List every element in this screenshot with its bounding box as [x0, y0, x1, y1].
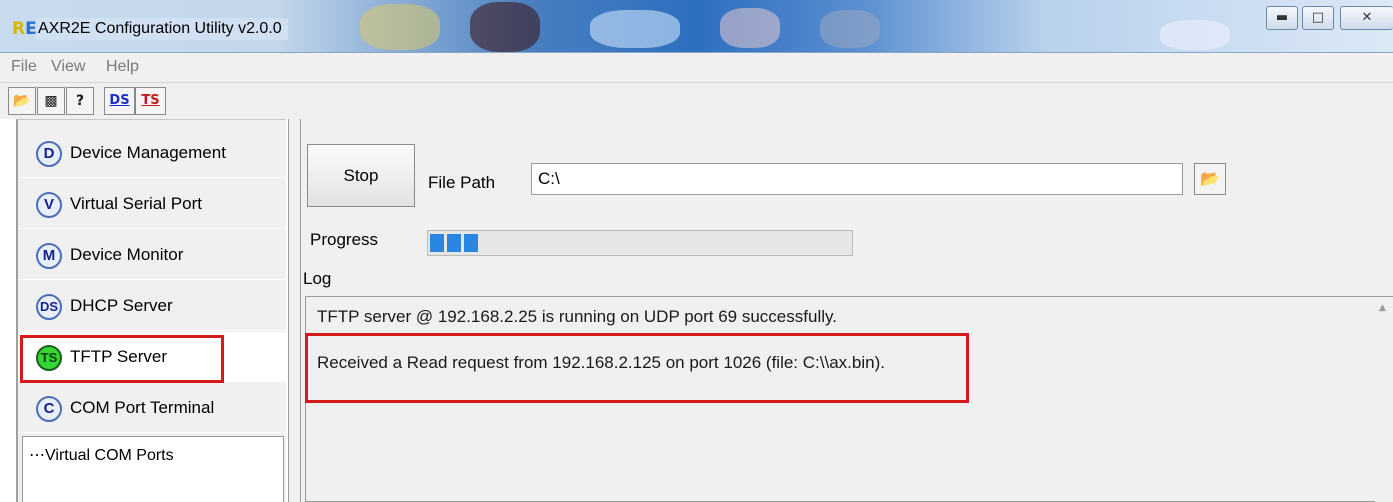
sidebar-item-virtual-serial-port[interactable]: V Virtual Serial Port [18, 179, 286, 229]
file-path-input[interactable] [531, 163, 1183, 195]
close-icon[interactable]: ✕ [1340, 6, 1393, 30]
stop-button[interactable]: Stop [307, 144, 415, 207]
open-folder-icon[interactable]: 📂 [8, 87, 36, 115]
virtual-serial-port-icon: V [36, 192, 62, 218]
browse-folder-icon[interactable]: 📂 [1194, 163, 1226, 195]
menu-help[interactable]: Help [106, 58, 139, 76]
highlight-box [20, 335, 224, 383]
scroll-up-icon[interactable]: ▲ [1379, 303, 1386, 313]
tftp-server-icon[interactable]: TS [135, 87, 166, 115]
app-logo-icon: RE [12, 19, 37, 39]
minimize-icon[interactable]: ▬ [1266, 6, 1298, 30]
tree-node-label: Virtual COM Ports [45, 447, 174, 464]
log-line: TFTP server @ 192.168.2.25 is running on… [317, 307, 837, 326]
sidebar-item-label: DHCP Server [70, 296, 173, 315]
menu-file[interactable]: File [11, 58, 37, 76]
progress-segment [430, 234, 444, 252]
title-decoration [590, 10, 680, 48]
sidebar-item-com-port-terminal[interactable]: C COM Port Terminal [18, 383, 286, 433]
tftp-panel: Stop File Path 📂 Progress Log TFTP serve… [300, 119, 1393, 502]
progress-label: Progress [310, 230, 379, 249]
progress-fill [430, 234, 478, 252]
log-label: Log [303, 269, 332, 288]
com-port-terminal-icon: C [36, 396, 62, 422]
title-decoration [720, 8, 780, 48]
progress-segment [464, 234, 478, 252]
sidebar-item-label: COM Port Terminal [70, 398, 215, 417]
device-management-icon: D [36, 141, 62, 167]
sidebar-item-label: Device Monitor [70, 245, 184, 264]
sidebar-item-label: Device Management [70, 143, 226, 162]
panel-splitter[interactable] [288, 119, 300, 502]
menu-bar: File View Help [0, 53, 1393, 83]
sidebar-item-device-monitor[interactable]: M Device Monitor [18, 230, 286, 280]
progress-segment [447, 234, 461, 252]
sidebar-item-dhcp-server[interactable]: DS DHCP Server [18, 281, 286, 331]
tree-node[interactable]: ⋯Virtual COM Ports [29, 445, 174, 465]
window-title: AXR2E Configuration Utility v2.0.0 [36, 18, 288, 40]
file-path-label: File Path [428, 173, 496, 192]
toolbar: 📂 ▩ ? DS TS [0, 83, 1393, 119]
log-scrollbar[interactable]: ▲ [1375, 297, 1393, 502]
dhcp-server-icon[interactable]: DS [104, 87, 135, 115]
menu-view[interactable]: View [51, 58, 85, 76]
title-decoration [820, 10, 880, 48]
sidebar-item-device-management[interactable]: D Device Management [18, 128, 286, 178]
progress-bar [427, 230, 853, 256]
sidebar: D Device Management V Virtual Serial Por… [16, 119, 286, 502]
sidebar-item-label: Virtual Serial Port [70, 194, 202, 213]
device-monitor-icon: M [36, 243, 62, 269]
virtual-com-ports-tree[interactable]: ⋯Virtual COM Ports [22, 436, 284, 502]
help-icon[interactable]: ? [66, 87, 94, 115]
maximize-icon[interactable]: □ [1302, 6, 1334, 30]
title-decoration [360, 4, 440, 50]
save-icon[interactable]: ▩ [37, 87, 65, 115]
dhcp-server-icon: DS [36, 294, 62, 320]
title-decoration [1160, 20, 1230, 50]
highlight-box [305, 333, 969, 403]
title-bar: RE AXR2E Configuration Utility v2.0.0 ▬ … [0, 0, 1393, 53]
title-decoration [470, 2, 540, 52]
